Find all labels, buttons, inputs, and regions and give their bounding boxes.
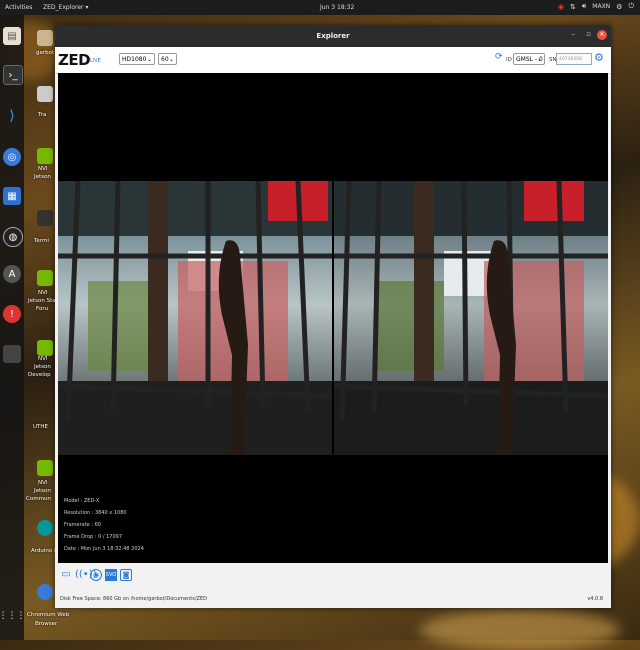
stream-icon[interactable]: ((•)): [75, 569, 97, 581]
chevron-down-icon: ⌄: [536, 56, 542, 63]
record-icon[interactable]: ◉: [90, 569, 102, 581]
svo-icon[interactable]: SVO: [105, 569, 117, 581]
version: v4.0.8: [587, 596, 603, 602]
window-title: Explorer: [316, 32, 350, 40]
desktop-label: Commun: [26, 496, 51, 502]
camera-id-select[interactable]: GMSL - 0 ⌄: [513, 53, 545, 65]
app-menu[interactable]: ZED_Explorer ▾: [43, 4, 88, 11]
power-icon[interactable]: ⏻: [628, 2, 634, 11]
right-camera-image: [334, 181, 608, 455]
desktop-label: Jetson: [34, 174, 51, 180]
status-bar: Disk Free Space: 860 Gb on /home/gerbot/…: [55, 588, 611, 608]
arduino-icon[interactable]: [37, 520, 53, 536]
zed-explorer-window: Explorer – ▫ ✕ ZED LIVE HD1080 ⌄ 60 ⌄ ⟳ …: [55, 25, 611, 608]
trash-icon[interactable]: [37, 86, 53, 102]
system-tray[interactable]: ◉ ⇅ 🔊︎ MAXN ⚙ ⏻: [558, 2, 634, 11]
desktop-label: Chromium Web: [27, 612, 70, 618]
fps-value: 60: [161, 55, 169, 63]
resolution-value: HD1080: [122, 55, 147, 63]
settings-icon[interactable]: ⚙: [616, 3, 622, 11]
screenshot-icon[interactable]: ▦: [3, 187, 21, 205]
desktop-label: Jetson: [34, 364, 51, 370]
desktop-label: NVI: [38, 166, 48, 172]
software-updater-icon[interactable]: A: [3, 265, 21, 283]
left-camera-image: [58, 181, 332, 455]
nvidia-link-icon[interactable]: [37, 340, 53, 356]
power-mode[interactable]: MAXN: [592, 3, 610, 10]
desktop-label: Termi: [34, 238, 49, 244]
title-bar[interactable]: Explorer – ▫ ✕: [55, 25, 611, 47]
close-icon[interactable]: ✕: [597, 30, 607, 40]
desktop-label: Develop: [28, 372, 51, 378]
camera-model: Model : ZED-X: [64, 498, 100, 504]
terminal-shortcut-icon[interactable]: [37, 210, 53, 226]
chevron-down-icon: ⌄: [168, 56, 174, 63]
minimize-icon[interactable]: –: [572, 30, 576, 38]
chromium-shortcut-icon[interactable]: [37, 584, 53, 600]
action-bar: ▭ ((•)) ◉ SVO ◙: [58, 565, 608, 585]
dock: ▤ ›_ ⟩ ◎ ▦ ◍ A ! ⋮⋮⋮: [0, 15, 26, 640]
settings-icon[interactable]: ⚙: [594, 52, 606, 64]
camera-framerate: Framerate : 60: [64, 522, 101, 528]
vscode-icon[interactable]: ⟩: [3, 107, 21, 125]
camera-frame-right: [334, 181, 608, 455]
fps-select[interactable]: 60 ⌄: [158, 53, 177, 65]
refresh-icon[interactable]: ⟳: [495, 52, 503, 62]
nvidia-link-icon[interactable]: [37, 460, 53, 476]
camera-frame-left: [58, 181, 332, 455]
chromium-icon[interactable]: ◎: [3, 148, 21, 166]
desktop-label: Tra: [38, 112, 47, 118]
desktop-label: NVI: [38, 356, 48, 362]
desktop-label: Browser: [35, 621, 58, 627]
live-badge: LIVE: [90, 58, 101, 64]
home-folder-icon[interactable]: [37, 30, 53, 46]
nvidia-icon[interactable]: ◉: [558, 3, 564, 11]
capture-date: Date : Mon Jun 3 18:32:48 2024: [64, 546, 144, 552]
desktop-label: UTHE: [33, 424, 48, 430]
desktop-label: NVI: [38, 290, 48, 296]
desktop-label: Foru: [36, 306, 49, 312]
desktop-label: Jetson Sta: [28, 298, 56, 304]
wallpaper-highlight: [420, 610, 620, 650]
nvidia-link-icon[interactable]: [37, 148, 53, 164]
id-label: ID: [506, 57, 512, 63]
nvidia-link-icon[interactable]: [37, 270, 53, 286]
system-top-bar: Activities ZED_Explorer ▾ Jun 3 18:32 ◉ …: [0, 0, 640, 15]
terminal-icon[interactable]: ›_: [3, 65, 23, 85]
folder-icon[interactable]: ▭: [60, 569, 72, 581]
show-apps-icon[interactable]: ⋮⋮⋮: [0, 607, 26, 625]
frame-drop: Frame Drop : 0 / 17097: [64, 534, 123, 540]
desktop-label: gerbot: [36, 50, 55, 56]
serial-number-input[interactable]: 40736408: [556, 53, 592, 65]
help-icon[interactable]: !: [3, 305, 21, 323]
app-placeholder-icon[interactable]: [3, 345, 21, 363]
maximize-icon[interactable]: ▫: [586, 30, 591, 38]
video-viewer[interactable]: Model : ZED-X Resolution : 3840 x 1080 F…: [58, 73, 608, 563]
snapshot-icon[interactable]: ◙: [120, 569, 132, 581]
toolbar: ZED LIVE HD1080 ⌄ 60 ⌄ ⟳ ID GMSL - 0 ⌄ S…: [55, 47, 611, 74]
obs-icon[interactable]: ◍: [3, 227, 23, 247]
network-icon[interactable]: ⇅: [570, 3, 576, 11]
activities-button[interactable]: Activities: [5, 4, 32, 11]
chevron-down-icon: ⌄: [146, 56, 152, 63]
desktop-label: NVI: [38, 480, 48, 486]
resolution-select[interactable]: HD1080 ⌄: [119, 53, 155, 65]
desktop-label: Jetson: [34, 488, 51, 494]
zed-logo: ZED: [58, 51, 91, 69]
disk-space: Disk Free Space: 860 Gb on /home/gerbot/…: [60, 596, 207, 602]
camera-resolution: Resolution : 3840 x 1080: [64, 510, 127, 516]
volume-icon[interactable]: 🔊︎: [582, 2, 586, 11]
clock[interactable]: Jun 3 18:32: [320, 4, 354, 11]
files-icon[interactable]: ▤: [3, 27, 21, 45]
